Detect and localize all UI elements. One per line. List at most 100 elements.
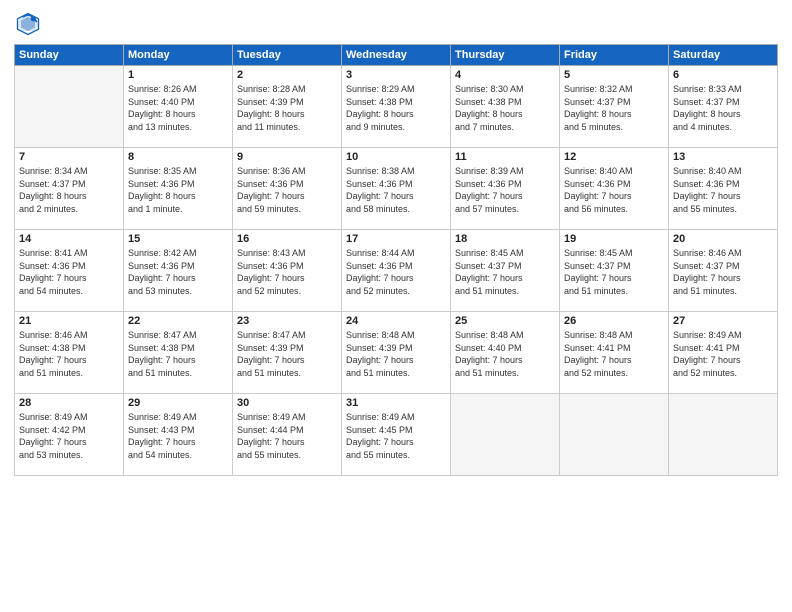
day-info: Sunrise: 8:49 AM Sunset: 4:44 PM Dayligh…: [237, 411, 337, 461]
day-number: 11: [455, 151, 555, 163]
calendar-cell: 23 Sunrise: 8:47 AM Sunset: 4:39 PM Dayli…: [233, 312, 342, 394]
day-info: Sunrise: 8:42 AM Sunset: 4:36 PM Dayligh…: [128, 247, 228, 297]
calendar-cell: 25 Sunrise: 8:48 AM Sunset: 4:40 PM Dayli…: [451, 312, 560, 394]
calendar-cell: 28 Sunrise: 8:49 AM Sunset: 4:42 PM Dayli…: [15, 394, 124, 476]
calendar-cell: 6Sunrise: 8:33 AM Sunset: 4:37 PM Daylig…: [669, 66, 778, 148]
day-info: Sunrise: 8:32 AM Sunset: 4:37 PM Dayligh…: [564, 83, 664, 133]
page-container: SundayMondayTuesdayWednesdayThursdayFrid…: [0, 0, 792, 484]
day-info: Sunrise: 8:49 AM Sunset: 4:42 PM Dayligh…: [19, 411, 119, 461]
day-info: Sunrise: 8:38 AM Sunset: 4:36 PM Dayligh…: [346, 165, 446, 215]
calendar-header-row: SundayMondayTuesdayWednesdayThursdayFrid…: [15, 45, 778, 66]
day-number: 22: [128, 315, 228, 327]
calendar-cell: 18Sunrise: 8:45 AM Sunset: 4:37 PM Dayli…: [451, 230, 560, 312]
day-number: 4: [455, 69, 555, 81]
day-number: 18: [455, 233, 555, 245]
day-info: Sunrise: 8:47 AM Sunset: 4:39 PM Dayligh…: [237, 329, 337, 379]
day-number: 2: [237, 69, 337, 81]
calendar-cell: 15 Sunrise: 8:42 AM Sunset: 4:36 PM Dayli…: [124, 230, 233, 312]
day-info: Sunrise: 8:46 AM Sunset: 4:37 PM Dayligh…: [673, 247, 773, 297]
day-number: 30: [237, 397, 337, 409]
calendar-cell: 10 Sunrise: 8:38 AM Sunset: 4:36 PM Dayli…: [342, 148, 451, 230]
day-number: 17: [346, 233, 446, 245]
day-number: 16: [237, 233, 337, 245]
header-cell-wednesday: Wednesday: [342, 45, 451, 66]
day-info: Sunrise: 8:39 AM Sunset: 4:36 PM Dayligh…: [455, 165, 555, 215]
day-info: Sunrise: 8:36 AM Sunset: 4:36 PM Dayligh…: [237, 165, 337, 215]
calendar-cell: 8Sunrise: 8:35 AM Sunset: 4:36 PM Daylig…: [124, 148, 233, 230]
day-info: Sunrise: 8:45 AM Sunset: 4:37 PM Dayligh…: [564, 247, 664, 297]
day-info: Sunrise: 8:46 AM Sunset: 4:38 PM Dayligh…: [19, 329, 119, 379]
day-info: Sunrise: 8:33 AM Sunset: 4:37 PM Dayligh…: [673, 83, 773, 133]
calendar-cell: 27 Sunrise: 8:49 AM Sunset: 4:41 PM Dayli…: [669, 312, 778, 394]
day-info: Sunrise: 8:30 AM Sunset: 4:38 PM Dayligh…: [455, 83, 555, 133]
day-number: 24: [346, 315, 446, 327]
day-info: Sunrise: 8:48 AM Sunset: 4:41 PM Dayligh…: [564, 329, 664, 379]
header-cell-sunday: Sunday: [15, 45, 124, 66]
calendar-cell: [451, 394, 560, 476]
header: [14, 10, 778, 38]
calendar-cell: 30 Sunrise: 8:49 AM Sunset: 4:44 PM Dayli…: [233, 394, 342, 476]
day-number: 23: [237, 315, 337, 327]
day-info: Sunrise: 8:26 AM Sunset: 4:40 PM Dayligh…: [128, 83, 228, 133]
calendar-cell: 2 Sunrise: 8:28 AM Sunset: 4:39 PM Daylig…: [233, 66, 342, 148]
day-info: Sunrise: 8:47 AM Sunset: 4:38 PM Dayligh…: [128, 329, 228, 379]
day-info: Sunrise: 8:40 AM Sunset: 4:36 PM Dayligh…: [564, 165, 664, 215]
day-info: Sunrise: 8:49 AM Sunset: 4:43 PM Dayligh…: [128, 411, 228, 461]
calendar-cell: 26Sunrise: 8:48 AM Sunset: 4:41 PM Dayli…: [560, 312, 669, 394]
calendar-cell: 1 Sunrise: 8:26 AM Sunset: 4:40 PM Daylig…: [124, 66, 233, 148]
calendar-cell: 17 Sunrise: 8:44 AM Sunset: 4:36 PM Dayli…: [342, 230, 451, 312]
week-row-2: 7 Sunrise: 8:34 AM Sunset: 4:37 PM Daylig…: [15, 148, 778, 230]
day-number: 1: [128, 69, 228, 81]
day-number: 20: [673, 233, 773, 245]
day-info: Sunrise: 8:34 AM Sunset: 4:37 PM Dayligh…: [19, 165, 119, 215]
week-row-1: 1 Sunrise: 8:26 AM Sunset: 4:40 PM Daylig…: [15, 66, 778, 148]
day-info: Sunrise: 8:44 AM Sunset: 4:36 PM Dayligh…: [346, 247, 446, 297]
day-info: Sunrise: 8:29 AM Sunset: 4:38 PM Dayligh…: [346, 83, 446, 133]
day-number: 27: [673, 315, 773, 327]
calendar-cell: 12Sunrise: 8:40 AM Sunset: 4:36 PM Dayli…: [560, 148, 669, 230]
header-cell-saturday: Saturday: [669, 45, 778, 66]
day-info: Sunrise: 8:28 AM Sunset: 4:39 PM Dayligh…: [237, 83, 337, 133]
calendar-cell: 24 Sunrise: 8:48 AM Sunset: 4:39 PM Dayli…: [342, 312, 451, 394]
calendar-cell: 9 Sunrise: 8:36 AM Sunset: 4:36 PM Daylig…: [233, 148, 342, 230]
day-number: 7: [19, 151, 119, 163]
day-info: Sunrise: 8:43 AM Sunset: 4:36 PM Dayligh…: [237, 247, 337, 297]
calendar-cell: 13 Sunrise: 8:40 AM Sunset: 4:36 PM Dayli…: [669, 148, 778, 230]
day-number: 14: [19, 233, 119, 245]
calendar-cell: [15, 66, 124, 148]
day-number: 25: [455, 315, 555, 327]
day-info: Sunrise: 8:40 AM Sunset: 4:36 PM Dayligh…: [673, 165, 773, 215]
header-cell-friday: Friday: [560, 45, 669, 66]
header-cell-tuesday: Tuesday: [233, 45, 342, 66]
logo-icon: [14, 10, 42, 38]
calendar-cell: 20 Sunrise: 8:46 AM Sunset: 4:37 PM Dayli…: [669, 230, 778, 312]
header-cell-thursday: Thursday: [451, 45, 560, 66]
day-number: 31: [346, 397, 446, 409]
day-info: Sunrise: 8:49 AM Sunset: 4:45 PM Dayligh…: [346, 411, 446, 461]
calendar-cell: [560, 394, 669, 476]
day-number: 9: [237, 151, 337, 163]
calendar-cell: 31 Sunrise: 8:49 AM Sunset: 4:45 PM Dayli…: [342, 394, 451, 476]
day-number: 28: [19, 397, 119, 409]
day-number: 10: [346, 151, 446, 163]
calendar-cell: 22 Sunrise: 8:47 AM Sunset: 4:38 PM Dayli…: [124, 312, 233, 394]
day-info: Sunrise: 8:48 AM Sunset: 4:39 PM Dayligh…: [346, 329, 446, 379]
calendar-cell: [669, 394, 778, 476]
week-row-3: 14Sunrise: 8:41 AM Sunset: 4:36 PM Dayli…: [15, 230, 778, 312]
header-cell-monday: Monday: [124, 45, 233, 66]
day-number: 3: [346, 69, 446, 81]
week-row-5: 28 Sunrise: 8:49 AM Sunset: 4:42 PM Dayli…: [15, 394, 778, 476]
week-row-4: 21Sunrise: 8:46 AM Sunset: 4:38 PM Dayli…: [15, 312, 778, 394]
calendar-body: 1 Sunrise: 8:26 AM Sunset: 4:40 PM Daylig…: [15, 66, 778, 476]
calendar-table: SundayMondayTuesdayWednesdayThursdayFrid…: [14, 44, 778, 476]
day-info: Sunrise: 8:49 AM Sunset: 4:41 PM Dayligh…: [673, 329, 773, 379]
day-number: 13: [673, 151, 773, 163]
calendar-cell: 29 Sunrise: 8:49 AM Sunset: 4:43 PM Dayli…: [124, 394, 233, 476]
day-number: 8: [128, 151, 228, 163]
day-number: 19: [564, 233, 664, 245]
day-info: Sunrise: 8:48 AM Sunset: 4:40 PM Dayligh…: [455, 329, 555, 379]
day-number: 29: [128, 397, 228, 409]
calendar-cell: 11 Sunrise: 8:39 AM Sunset: 4:36 PM Dayli…: [451, 148, 560, 230]
day-number: 15: [128, 233, 228, 245]
calendar-cell: 7 Sunrise: 8:34 AM Sunset: 4:37 PM Daylig…: [15, 148, 124, 230]
